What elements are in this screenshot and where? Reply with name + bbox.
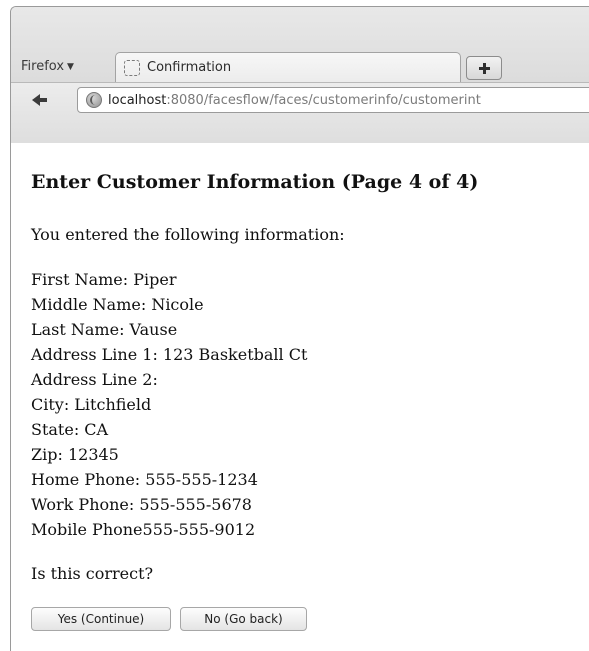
- field-middle-name: Middle Name: Nicole: [31, 295, 204, 314]
- field-address-line-1: Address Line 1: 123 Basketball Ct: [31, 345, 308, 364]
- field-address-line-2: Address Line 2:: [31, 370, 158, 389]
- firefox-menu-label: Firefox: [21, 59, 65, 74]
- globe-icon: [86, 92, 102, 108]
- confirmation-question: Is this correct?: [31, 564, 154, 583]
- field-mobile-phone: Mobile Phone555-555-9012: [31, 520, 256, 539]
- browser-window: Firefox ▼ Confirmation localhost:8080/fac…: [10, 6, 589, 651]
- field-zip: Zip: 12345: [31, 445, 119, 464]
- field-state: State: CA: [31, 420, 109, 439]
- url-host: localhost: [108, 93, 167, 108]
- url-path: :8080/facesflow/faces/customerinfo/custo…: [166, 93, 481, 108]
- url-bar[interactable]: localhost:8080/facesflow/faces/customeri…: [77, 87, 589, 113]
- field-first-name: First Name: Piper: [31, 270, 177, 289]
- firefox-menu-button[interactable]: Firefox ▼: [21, 59, 74, 74]
- back-button[interactable]: [29, 87, 59, 113]
- page-content: Enter Customer Information (Page 4 of 4)…: [11, 143, 589, 651]
- new-tab-button[interactable]: [466, 56, 502, 80]
- customer-info-list: First Name: Piper Middle Name: Nicole La…: [31, 267, 307, 542]
- page-title: Enter Customer Information (Page 4 of 4): [31, 171, 479, 193]
- no-go-back-button[interactable]: No (Go back): [180, 607, 307, 631]
- field-city: City: Litchfield: [31, 395, 152, 414]
- intro-text: You entered the following information:: [31, 225, 345, 244]
- url-text: localhost:8080/facesflow/faces/customeri…: [108, 93, 481, 108]
- page-favicon-icon: [124, 60, 140, 76]
- navigation-bar: localhost:8080/facesflow/faces/customeri…: [11, 82, 589, 143]
- yes-continue-button[interactable]: Yes (Continue): [31, 607, 171, 631]
- field-home-phone: Home Phone: 555-555-1234: [31, 470, 258, 489]
- field-last-name: Last Name: Vause: [31, 320, 178, 339]
- tab-title: Confirmation: [147, 60, 232, 75]
- tab-confirmation[interactable]: Confirmation: [115, 52, 461, 82]
- field-work-phone: Work Phone: 555-555-5678: [31, 495, 252, 514]
- menu-arrow-icon: ▼: [67, 62, 74, 72]
- browser-chrome: Firefox ▼ Confirmation localhost:8080/fac…: [11, 7, 589, 143]
